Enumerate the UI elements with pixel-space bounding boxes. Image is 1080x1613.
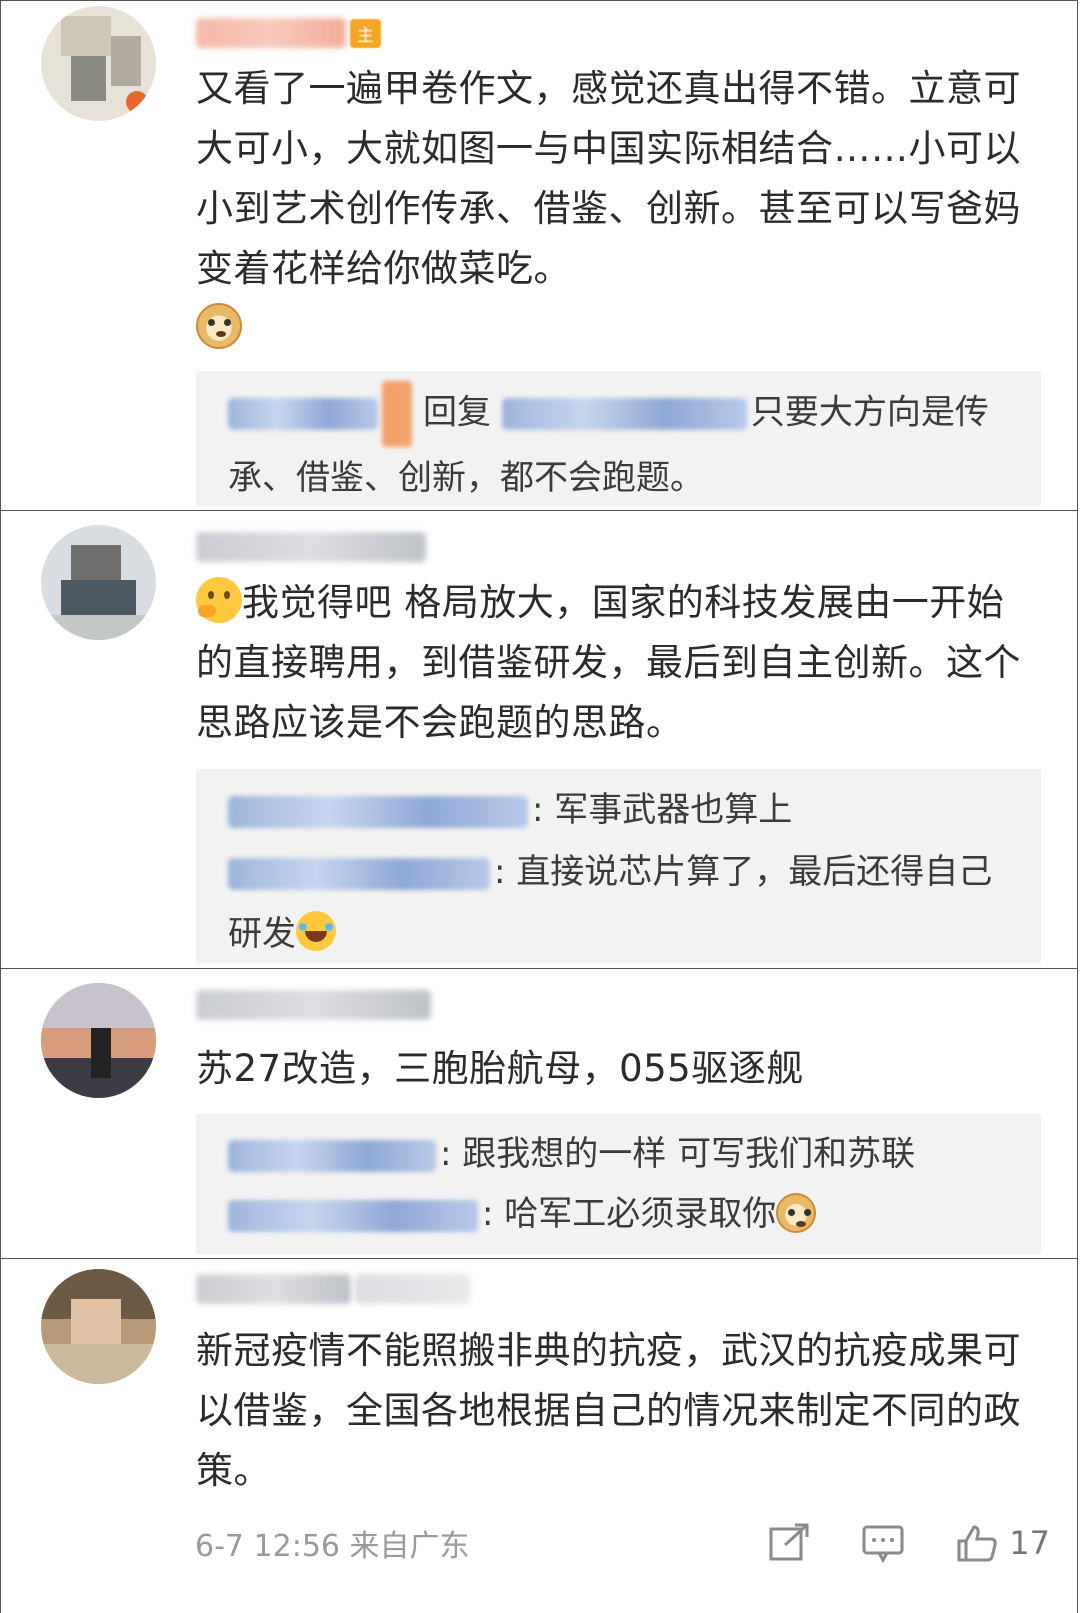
reply-author-blurred[interactable] xyxy=(228,1199,478,1232)
comment-footer: 6-7 12:56 来自广东 17 xyxy=(195,1518,1050,1568)
reply-author-blurred[interactable] xyxy=(228,1139,436,1172)
reply-box[interactable]: : 军事武器也算上 : 直接说芯片算了，最后还得自己研发 xyxy=(196,769,1041,963)
reply-author-badge xyxy=(382,381,413,447)
reply-item[interactable]: : 跟我想的一样 可写我们和苏联 xyxy=(228,1124,1011,1184)
reply-box[interactable]: : 跟我想的一样 可写我们和苏联 : 哈军工必须录取你 xyxy=(196,1114,1041,1254)
comment-text: 又看了一遍甲卷作文，感觉还真出得不错。立意可大可小，大就如图一与中国实际相结合…… xyxy=(196,59,1027,359)
comment-text-content: 我觉得吧 格局放大，国家的科技发展由一开始的直接聘用，到借鉴研发，最后到自主创新… xyxy=(196,581,1021,744)
comment-text: 苏27改造，三胞胎航母，055驱逐舰 xyxy=(196,1047,804,1090)
reply-author-blurred[interactable] xyxy=(228,795,528,828)
reply-box[interactable]: 回复 只要大方向是传承、借鉴、创新，都不会跑题。 xyxy=(196,371,1041,506)
reply-target-blurred[interactable] xyxy=(501,398,747,430)
comment-text-content: 又看了一遍甲卷作文，感觉还真出得不错。立意可大可小，大就如图一与中国实际相结合…… xyxy=(196,67,1021,290)
avatar[interactable] xyxy=(41,525,156,640)
blurred-username[interactable] xyxy=(196,18,346,48)
like-icon[interactable] xyxy=(955,1523,999,1563)
thinking-emoji-icon xyxy=(196,577,242,623)
comment-author[interactable]: 主 xyxy=(196,15,381,51)
avatar[interactable] xyxy=(41,1269,156,1384)
doge-emoji-icon xyxy=(776,1193,817,1233)
comment-author[interactable] xyxy=(196,987,431,1023)
comment-date: 6-7 12:56 xyxy=(195,1529,340,1564)
laughing-tears-emoji-icon xyxy=(296,911,336,951)
reply-author-blurred[interactable] xyxy=(228,398,378,430)
like-count: 17 xyxy=(1009,1524,1050,1562)
blurred-username[interactable] xyxy=(196,990,431,1020)
comment-icon[interactable] xyxy=(861,1523,905,1564)
reply-text: : 军事武器也算上 xyxy=(532,790,793,830)
blurred-username-suffix[interactable] xyxy=(355,1274,470,1304)
blurred-username[interactable] xyxy=(196,1274,351,1304)
comment-text: 我觉得吧 格局放大，国家的科技发展由一开始的直接聘用，到借鉴研发，最后到自主创新… xyxy=(196,573,1027,753)
doge-emoji-icon xyxy=(196,303,242,349)
reply-item[interactable]: : 直接说芯片算了，最后还得自己研发 xyxy=(228,841,1011,965)
blurred-username[interactable] xyxy=(196,532,426,562)
reply-item[interactable]: 回复 只要大方向是传承、借鉴、创新，都不会跑题。 xyxy=(228,381,1011,509)
reply-author-blurred[interactable] xyxy=(228,857,490,890)
reply-item[interactable]: : 哈军工必须录取你 xyxy=(228,1184,1011,1244)
comment-author[interactable] xyxy=(196,529,426,565)
share-icon[interactable] xyxy=(767,1523,811,1563)
comment-item: 我觉得吧 格局放大，国家的科技发展由一开始的直接聘用，到借鉴研发，最后到自主创新… xyxy=(0,511,1078,969)
comment-author[interactable] xyxy=(196,1271,470,1307)
comment-meta: 6-7 12:56 来自广东 xyxy=(195,1521,717,1565)
reply-text: : 哈军工必须录取你 xyxy=(482,1194,777,1234)
comment-item: 主 又看了一遍甲卷作文，感觉还真出得不错。立意可大可小，大就如图一与中国实际相结… xyxy=(0,0,1078,511)
comment-item: 苏27改造，三胞胎航母，055驱逐舰 : 跟我想的一样 可写我们和苏联 : 哈军… xyxy=(0,969,1078,1259)
avatar[interactable] xyxy=(41,6,156,121)
author-badge: 主 xyxy=(350,18,381,48)
comment-text: 新冠疫情不能照搬非典的抗疫，武汉的抗疫成果可以借鉴，全国各地根据自己的情况来制定… xyxy=(196,1329,1021,1492)
reply-text: : 跟我想的一样 可写我们和苏联 xyxy=(440,1134,916,1174)
comment-source: 来自广东 xyxy=(349,1529,470,1564)
avatar[interactable] xyxy=(41,983,156,1098)
reply-verb: 回复 xyxy=(423,392,492,433)
reply-item[interactable]: : 军事武器也算上 xyxy=(228,779,1011,841)
